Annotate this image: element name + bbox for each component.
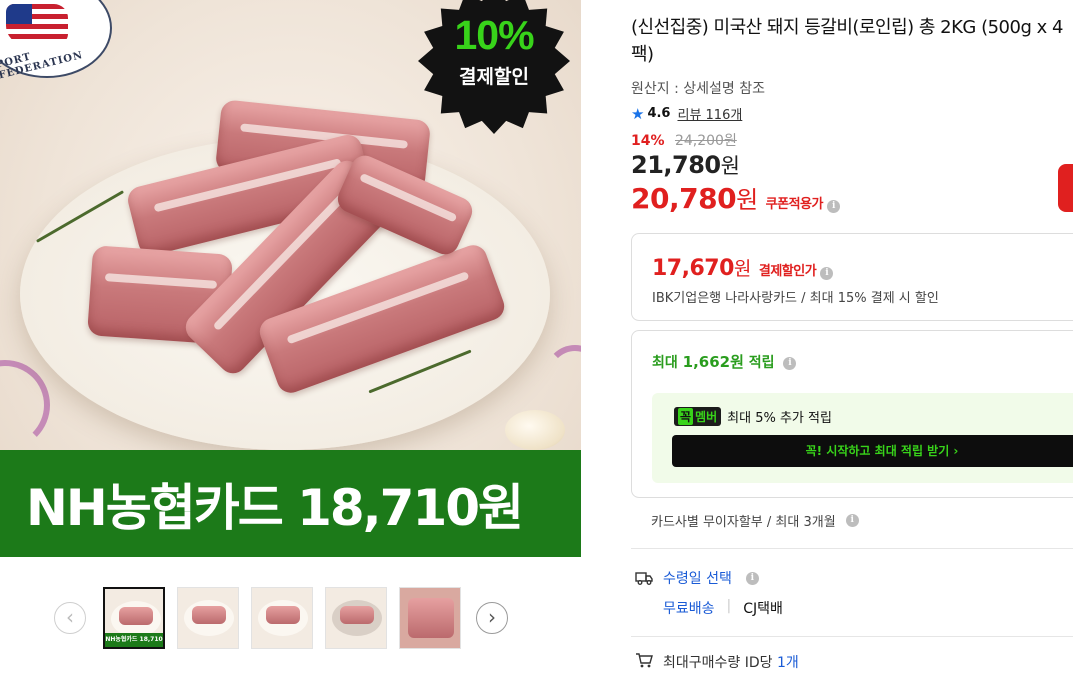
delivery-section: 수령일 선택 i 무료배송 | CJ택배	[635, 568, 783, 618]
thumb-meat	[119, 607, 153, 625]
shipping-row: 무료배송 | CJ택배	[663, 598, 783, 618]
product-title: (신선집중) 미국산 돼지 등갈비(로인립) 총 2KG (500g x 4팩)	[631, 17, 1063, 65]
thumb-meat	[266, 606, 300, 624]
info-icon[interactable]: i	[826, 200, 840, 213]
thumb-meat	[340, 606, 374, 624]
us-flag-icon	[6, 4, 68, 44]
info-icon[interactable]: i	[783, 356, 797, 370]
nh-banner-text: NH농협카드 18,710원	[26, 478, 524, 537]
thumbnail-prev-button[interactable]: ‹	[54, 602, 86, 634]
points-headline: 최대 1,662원 적립 i	[652, 351, 797, 372]
product-info-panel: (신선집중) 미국산 돼지 등갈비(로인립) 총 2KG (500g x 4팩)…	[631, 0, 1073, 688]
card-discount-unit: 원	[733, 258, 751, 280]
info-icon[interactable]: i	[745, 571, 759, 585]
info-icon[interactable]: i	[820, 267, 834, 280]
member-badge-b: 멤버	[695, 410, 718, 424]
delivery-date-select[interactable]: 수령일 선택	[663, 568, 732, 588]
coupon-tag: 쿠폰적용가	[765, 197, 824, 212]
thumbnail-1[interactable]: NH농협카드 18,710원	[103, 587, 165, 649]
sale-price-value: 21,780	[631, 151, 721, 179]
rating-row: ★ 4.6 리뷰 116개	[631, 104, 742, 124]
member-start-button[interactable]: 꼭! 시작하고 최대 적립 받기 ›	[672, 435, 1073, 467]
sale-price: 21,780원	[631, 150, 740, 180]
points-amount: 1,662원	[682, 353, 744, 371]
card-discount-description: IBK기업은행 나라사랑카드 / 최대 15% 결제 시 할인	[652, 291, 939, 306]
thumbnail-4[interactable]	[325, 587, 387, 649]
product-origin: 원산지 : 상세설명 참조	[631, 81, 765, 97]
info-icon[interactable]: i	[845, 514, 859, 527]
divider	[631, 636, 1073, 637]
truck-icon	[635, 571, 653, 585]
carrier-label: CJ택배	[743, 601, 783, 617]
coupon-price-unit: 원	[736, 186, 758, 214]
burst-label: 결제할인	[459, 66, 529, 88]
thumbnail-next-button[interactable]: ›	[476, 602, 508, 634]
member-badge-a: 꼭	[678, 408, 694, 425]
discount-burst-badge: 10% 결제할인	[418, 0, 570, 134]
card-discount-box: 17,670 원 결제할인가 i IBK기업은행 나라사랑카드 / 최대 15% …	[631, 233, 1073, 321]
onion-decoration	[545, 345, 581, 405]
installment-text: 카드사별 무이자할부 / 최대 3개월	[651, 515, 836, 530]
coupon-price: 20,780 원 쿠폰적용가 i	[631, 180, 840, 215]
nh-card-banner: NH농협카드 18,710원	[0, 450, 581, 557]
thumbnail-5[interactable]	[399, 587, 461, 649]
star-icon: ★	[631, 104, 645, 123]
coupon-price-value: 20,780	[631, 182, 737, 215]
divider	[631, 548, 1073, 549]
purchase-limit: 최대구매수량 ID당 1개	[635, 652, 799, 672]
discount-row: 14% 24,200원	[631, 130, 737, 150]
cart-icon	[635, 652, 653, 672]
thumb-caption: NH농협카드 18,710원	[105, 633, 163, 647]
limit-count: 1개	[776, 655, 799, 671]
burst-percent: 10%	[454, 12, 534, 58]
member-badge: 꼭 멤버	[674, 407, 722, 426]
review-link[interactable]: 리뷰 116개	[677, 104, 742, 123]
chevron-right-icon: ›	[488, 605, 496, 629]
thumbnail-2[interactable]	[177, 587, 239, 649]
delivery-row: 수령일 선택 i	[635, 568, 783, 588]
usmef-logo: PORT FEDERATION	[0, 0, 112, 81]
onion-decoration	[0, 360, 50, 450]
installment-info: 카드사별 무이자할부 / 최대 3개월 i	[651, 511, 859, 530]
member-text: 최대 5% 추가 적립	[727, 411, 832, 426]
free-shipping-label[interactable]: 무료배송	[663, 598, 715, 618]
discount-percent: 14%	[631, 133, 665, 149]
purchase-limit-text: 최대구매수량 ID당 1개	[663, 652, 799, 672]
card-discount-price: 17,670 원 결제할인가 i	[652, 254, 834, 281]
thumb-meat	[192, 606, 226, 624]
points-box: 최대 1,662원 적립 i 꼭 멤버 최대 5% 추가 적립 꼭! 시작하고 최…	[631, 330, 1073, 498]
product-main-image: PORT FEDERATION 10% 결제할인 NH농협카드 18,710원	[0, 0, 581, 557]
chevron-left-icon: ‹	[66, 605, 74, 629]
separator: |	[726, 598, 732, 614]
member-promo: 꼭 멤버 최대 5% 추가 적립 꼭! 시작하고 최대 적립 받기 ›	[652, 393, 1073, 483]
rating-score: 4.6	[647, 106, 671, 121]
original-price: 24,200원	[674, 133, 737, 149]
member-line: 꼭 멤버 최대 5% 추가 적립	[674, 407, 832, 426]
limit-label: 최대구매수량 ID당	[663, 655, 777, 671]
card-discount-tag: 결제할인가	[758, 264, 817, 279]
thumbnail-3[interactable]	[251, 587, 313, 649]
sale-price-unit: 원	[720, 154, 740, 178]
thumb-meat	[408, 598, 454, 638]
garlic-decoration	[505, 410, 565, 450]
points-suffix: 적립	[743, 355, 775, 371]
points-prefix: 최대	[652, 355, 683, 371]
card-discount-value: 17,670	[652, 256, 734, 281]
